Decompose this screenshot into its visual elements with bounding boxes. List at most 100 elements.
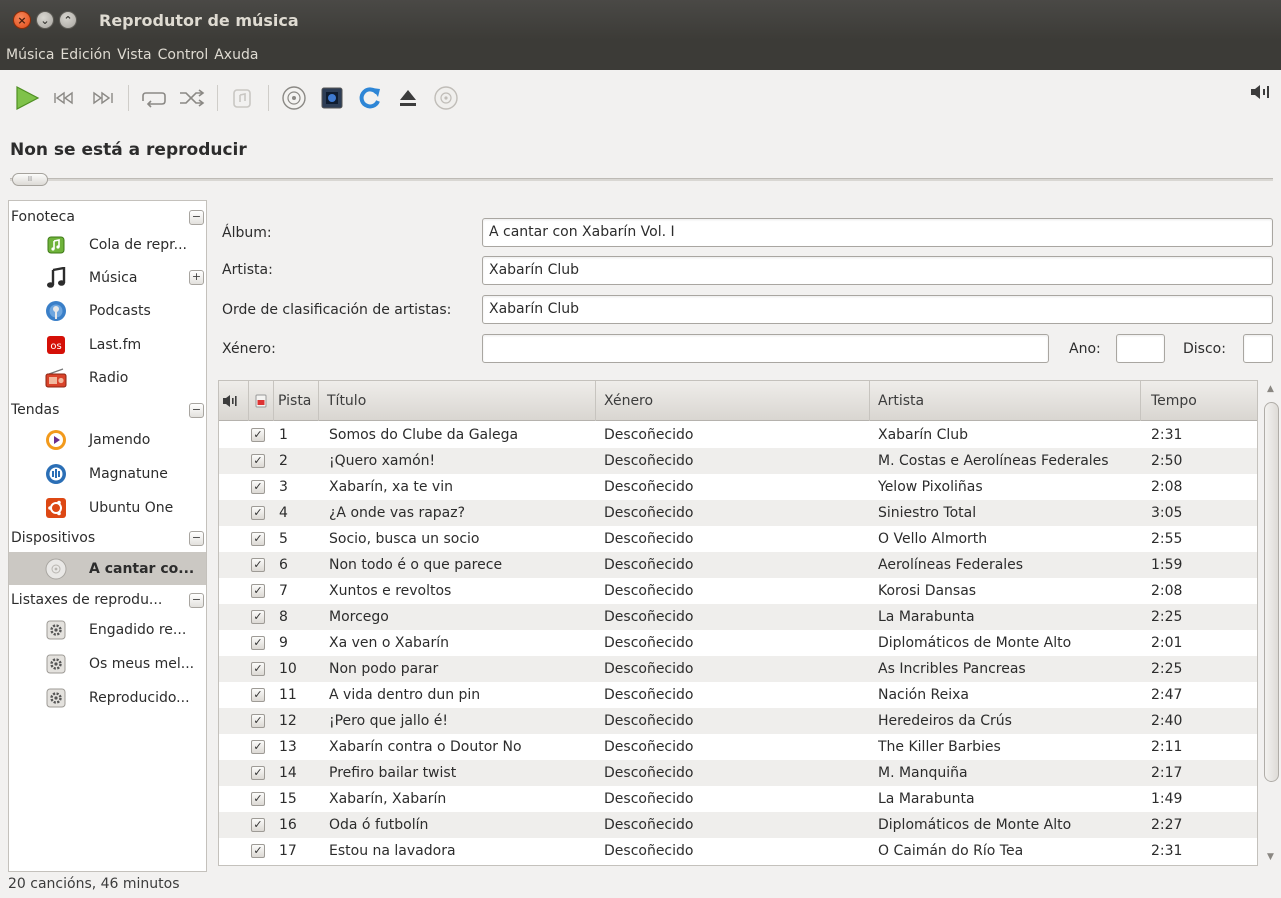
source-audio-cd[interactable]: A cantar co... <box>9 552 206 585</box>
source-magnatune[interactable]: Magnatune <box>9 457 206 490</box>
refresh-icon[interactable] <box>353 81 387 115</box>
menu-music[interactable]: Música <box>6 47 54 63</box>
track-enabled-checkbox[interactable]: ✓ <box>251 610 265 624</box>
source-playlist-top-rated[interactable]: Os meus mel... <box>9 647 206 680</box>
collapse-stores-button[interactable]: − <box>189 402 204 418</box>
track-enabled-checkbox[interactable]: ✓ <box>251 584 265 598</box>
seek-slider[interactable]: II <box>10 173 1273 186</box>
source-jamendo[interactable]: Jamendo <box>9 423 206 456</box>
table-row[interactable]: ✓ 9 Xa ven o Xabarín Descoñecido Diplomático… <box>219 630 1257 656</box>
table-row[interactable]: ✓ 5 Socio, busca un socio Descoñecido O Vell… <box>219 526 1257 552</box>
track-enabled-checkbox[interactable]: ✓ <box>251 506 265 520</box>
track-enabled-checkbox[interactable]: ✓ <box>251 558 265 572</box>
next-icon[interactable] <box>86 81 120 115</box>
source-ubuntu-one[interactable]: Ubuntu One <box>9 491 206 524</box>
collapse-playlists-button[interactable]: − <box>189 592 204 608</box>
source-playlist-recently-added[interactable]: Engadido re... <box>9 613 206 646</box>
table-row[interactable]: ✓ 3 Xabarín, xa te vin Descoñecido Yelow Pix… <box>219 474 1257 500</box>
column-genre-header[interactable]: Xénero <box>596 381 870 421</box>
volume-icon[interactable] <box>1249 82 1271 106</box>
category-devices[interactable]: Dispositivos − <box>9 525 206 551</box>
track-enabled-checkbox[interactable]: ✓ <box>251 714 265 728</box>
column-artist-header[interactable]: Artista <box>870 381 1141 421</box>
cell-track: 16 <box>279 817 297 833</box>
artist-sort-field[interactable]: Xabarín Club <box>482 295 1273 324</box>
album-label: Álbum: <box>222 225 272 241</box>
seek-handle[interactable]: II <box>12 173 48 186</box>
track-enabled-checkbox[interactable]: ✓ <box>251 532 265 546</box>
track-enabled-checkbox[interactable]: ✓ <box>251 740 265 754</box>
table-row[interactable]: ✓ 8 Morcego Descoñecido La Marabunta 2:25 <box>219 604 1257 630</box>
queue-icon[interactable] <box>226 81 260 115</box>
source-play-queue[interactable]: Cola de repr... <box>9 228 206 261</box>
table-row[interactable]: ✓ 7 Xuntos e revoltos Descoñecido Korosi Dan… <box>219 578 1257 604</box>
source-music[interactable]: Música + <box>9 261 206 294</box>
menu-edit[interactable]: Edición <box>60 47 111 63</box>
genre-field[interactable] <box>482 334 1049 363</box>
table-row[interactable]: ✓ 4 ¿A onde vas rapaz? Descoñecido Siniestro… <box>219 500 1257 526</box>
source-radio[interactable]: Radio <box>9 361 206 394</box>
scroll-down-arrow[interactable]: ▼ <box>1267 852 1274 862</box>
burn-icon[interactable] <box>429 81 463 115</box>
source-playlist-recently-played[interactable]: Reproducido... <box>9 681 206 714</box>
source-lastfm[interactable]: os Last.fm <box>9 328 206 361</box>
category-stores[interactable]: Tendas − <box>9 397 206 423</box>
table-row[interactable]: ✓ 11 A vida dentro dun pin Descoñecido Nació… <box>219 682 1257 708</box>
scroll-up-arrow[interactable]: ▲ <box>1267 384 1274 394</box>
table-row[interactable]: ✓ 16 Oda ó futbolín Descoñecido Diplomáticos… <box>219 812 1257 838</box>
track-enabled-checkbox[interactable]: ✓ <box>251 792 265 806</box>
year-field[interactable] <box>1116 334 1165 363</box>
close-window-button[interactable]: × <box>13 11 31 29</box>
table-row[interactable]: ✓ 1 Somos do Clube da Galega Descoñecido Xab… <box>219 422 1257 448</box>
table-row[interactable]: ✓ 6 Non todo é o que parece Descoñecido Aero… <box>219 552 1257 578</box>
disc-field[interactable] <box>1243 334 1273 363</box>
category-playlists[interactable]: Listaxes de reprodu... − <box>9 587 206 613</box>
source-podcasts[interactable]: Podcasts <box>9 294 206 327</box>
table-row[interactable]: ✓ 12 ¡Pero que jallo é! Descoñecido Heredeir… <box>219 708 1257 734</box>
visualization-icon[interactable] <box>315 81 349 115</box>
table-row[interactable]: ✓ 2 ¡Quero xamón! Descoñecido M. Costas e Ae… <box>219 448 1257 474</box>
source-label: Last.fm <box>89 336 142 353</box>
category-library[interactable]: Fonoteca − <box>9 204 206 230</box>
column-download-header[interactable] <box>249 381 274 421</box>
shuffle-icon[interactable] <box>175 81 209 115</box>
album-field[interactable]: A cantar con Xabarín Vol. I <box>482 218 1273 247</box>
eject-icon[interactable] <box>391 81 425 115</box>
column-time-header[interactable]: Tempo <box>1141 381 1257 421</box>
scrollbar-thumb[interactable] <box>1264 402 1279 782</box>
track-enabled-checkbox[interactable]: ✓ <box>251 454 265 468</box>
menu-view[interactable]: Vista <box>117 47 152 63</box>
previous-icon[interactable] <box>48 81 82 115</box>
track-enabled-checkbox[interactable]: ✓ <box>251 766 265 780</box>
collapse-library-button[interactable]: − <box>189 209 204 225</box>
track-enabled-checkbox[interactable]: ✓ <box>251 662 265 676</box>
table-row[interactable]: ✓ 17 Estou na lavadora Descoñecido O Caimán … <box>219 838 1257 864</box>
cell-time: 1:49 <box>1151 791 1183 807</box>
column-track-header[interactable]: Pista <box>274 381 319 421</box>
track-enabled-checkbox[interactable]: ✓ <box>251 636 265 650</box>
maximize-window-button[interactable]: ⌃ <box>59 11 77 29</box>
track-enabled-checkbox[interactable]: ✓ <box>251 428 265 442</box>
track-enabled-checkbox[interactable]: ✓ <box>251 818 265 832</box>
column-title-header[interactable]: Título <box>319 381 596 421</box>
table-row[interactable]: ✓ 14 Prefiro bailar twist Descoñecido M. Man… <box>219 760 1257 786</box>
artist-field[interactable]: Xabarín Club <box>482 256 1273 285</box>
menu-control[interactable]: Control <box>158 47 209 63</box>
track-enabled-checkbox[interactable]: ✓ <box>251 480 265 494</box>
expand-music-button[interactable]: + <box>189 270 204 285</box>
seek-track[interactable] <box>10 178 1273 181</box>
repeat-icon[interactable] <box>137 81 171 115</box>
disc-icon[interactable] <box>277 81 311 115</box>
play-icon[interactable] <box>10 81 44 115</box>
track-enabled-checkbox[interactable]: ✓ <box>251 844 265 858</box>
table-row[interactable]: ✓ 15 Xabarín, Xabarín Descoñecido La Marabun… <box>219 786 1257 812</box>
minimize-window-button[interactable]: ⌄ <box>36 11 54 29</box>
menu-help[interactable]: Axuda <box>214 47 258 63</box>
column-playing-header[interactable] <box>219 381 249 421</box>
table-row[interactable]: ✓ 10 Non podo parar Descoñecido As Incribles… <box>219 656 1257 682</box>
track-enabled-checkbox[interactable]: ✓ <box>251 688 265 702</box>
collapse-devices-button[interactable]: − <box>189 530 204 546</box>
track-list-scrollbar[interactable]: ▲ ▼ <box>1262 380 1281 866</box>
table-row[interactable]: ✓ 13 Xabarín contra o Doutor No Descoñecido… <box>219 734 1257 760</box>
category-label: Dispositivos <box>11 530 96 546</box>
